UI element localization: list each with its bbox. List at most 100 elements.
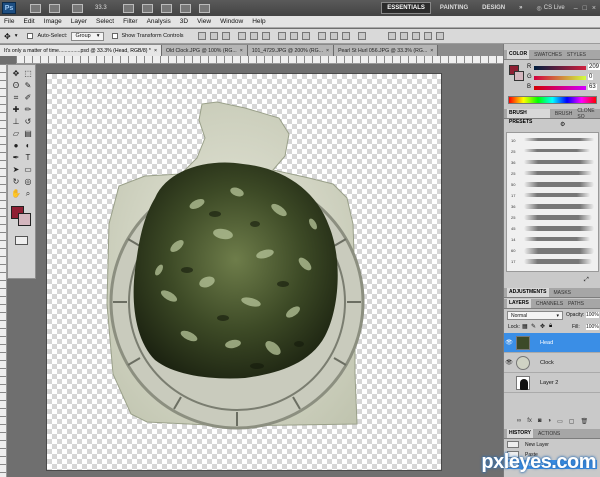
maximize-icon[interactable]: □ bbox=[583, 5, 587, 12]
doc-tab-pearl-st[interactable]: Pearl St Hurl 056.JPG @ 33.3% (RG... × bbox=[334, 45, 439, 56]
brush-panel-toggle-icon[interactable]: ⚙ bbox=[560, 121, 565, 128]
brush-tool-icon[interactable]: ✏ bbox=[23, 105, 33, 115]
menu-window[interactable]: Window bbox=[220, 18, 243, 25]
tab-styles[interactable]: STYLES bbox=[567, 52, 586, 58]
tab-actions[interactable]: ACTIONS bbox=[538, 431, 560, 437]
doc-tab-active[interactable]: It's only a matter of time..............… bbox=[0, 45, 162, 56]
3d-rotate-icon[interactable] bbox=[387, 32, 396, 40]
color-panel-bg-swatch[interactable] bbox=[514, 71, 524, 81]
shape-tool-icon[interactable]: ▭ bbox=[23, 165, 33, 175]
distribute-vcenter-icon[interactable] bbox=[289, 32, 298, 40]
rotate-view-icon[interactable] bbox=[160, 3, 172, 13]
tab-brush[interactable]: BRUSH bbox=[555, 111, 573, 117]
vertical-ruler[interactable] bbox=[0, 64, 7, 477]
close-tab-icon[interactable]: × bbox=[154, 48, 157, 54]
eraser-tool-icon[interactable]: ▱ bbox=[11, 129, 21, 139]
hand-tool-icon[interactable]: ✋ bbox=[11, 189, 21, 199]
align-vcenter-icon[interactable] bbox=[209, 32, 218, 40]
layer-row-layer-2[interactable]: Layer 2 bbox=[504, 373, 600, 393]
minimize-icon[interactable]: – bbox=[574, 5, 578, 12]
lock-position-icon[interactable]: ✥ bbox=[540, 323, 545, 330]
new-layer-icon[interactable]: ▢ bbox=[569, 418, 575, 427]
3d-drag-icon[interactable] bbox=[411, 32, 420, 40]
align-top-icon[interactable] bbox=[197, 32, 206, 40]
preset-dropdown-icon[interactable]: ▾ bbox=[15, 33, 18, 39]
fill-value[interactable]: 100% bbox=[586, 324, 599, 330]
visibility-eye-icon[interactable]: 👁︎ bbox=[504, 339, 514, 346]
blend-mode-dropdown[interactable]: Normal ▾ bbox=[507, 311, 563, 320]
zoom-level[interactable]: 33.3 bbox=[95, 5, 107, 11]
type-tool-icon[interactable]: T bbox=[23, 153, 33, 163]
auto-select-dropdown[interactable]: Group ▾ bbox=[71, 31, 104, 41]
align-hcenter-icon[interactable] bbox=[249, 32, 258, 40]
arrange-documents-icon[interactable] bbox=[179, 3, 191, 13]
marquee-tool-icon[interactable]: ⬚ bbox=[23, 69, 33, 79]
auto-select-checkbox[interactable] bbox=[27, 33, 34, 39]
adjustment-layer-icon[interactable]: ◑ bbox=[547, 418, 551, 427]
tab-swatches[interactable]: SWATCHES bbox=[534, 52, 562, 58]
move-tool-preset-icon[interactable]: ✥ bbox=[4, 32, 11, 41]
gradient-tool-icon[interactable]: ▤ bbox=[23, 129, 33, 139]
align-bottom-icon[interactable] bbox=[221, 32, 230, 40]
menu-help[interactable]: Help bbox=[252, 18, 265, 25]
3d-slide-icon[interactable] bbox=[423, 32, 432, 40]
b-slider[interactable] bbox=[534, 86, 586, 90]
background-color-swatch[interactable] bbox=[18, 213, 31, 226]
tab-layers[interactable]: LAYERS bbox=[507, 299, 531, 308]
tab-brush-presets[interactable]: BRUSH PRESETS bbox=[507, 109, 550, 125]
dodge-tool-icon[interactable]: ◐ bbox=[23, 141, 33, 151]
distribute-bottom-icon[interactable] bbox=[301, 32, 310, 40]
horizontal-ruler[interactable] bbox=[16, 56, 503, 64]
launch-mini-bridge-icon[interactable] bbox=[49, 3, 60, 13]
doc-tab-old-clock[interactable]: Old Clock.JPG @ 100% (RG... × bbox=[161, 45, 248, 56]
tab-color[interactable]: COLOR bbox=[507, 50, 530, 59]
healing-brush-tool-icon[interactable]: ✚ bbox=[11, 105, 21, 115]
visibility-eye-icon[interactable]: 👁︎ bbox=[504, 359, 514, 366]
g-value[interactable]: 0 bbox=[588, 74, 594, 80]
color-spectrum-bar[interactable] bbox=[508, 96, 597, 104]
cs-live-button[interactable]: ◎ CS Live bbox=[532, 2, 570, 14]
history-item[interactable]: New Layer bbox=[507, 440, 597, 449]
b-value[interactable]: 63 bbox=[588, 84, 597, 90]
delete-layer-icon[interactable]: 🗑︎ bbox=[580, 418, 588, 427]
menu-file[interactable]: File bbox=[4, 18, 14, 25]
launch-bridge-icon[interactable] bbox=[30, 3, 41, 13]
menu-3d[interactable]: 3D bbox=[180, 18, 188, 25]
brush-preset-list[interactable]: 10 25 36 25 50 17 36 25 45 14 60 17 bbox=[506, 132, 599, 272]
view-extras-icon[interactable] bbox=[72, 3, 83, 13]
zoom-tool-icon[interactable]: ⌕ bbox=[23, 189, 33, 199]
quick-select-tool-icon[interactable]: ✎ bbox=[23, 81, 33, 91]
menu-select[interactable]: Select bbox=[96, 18, 114, 25]
close-tab-icon[interactable]: × bbox=[240, 48, 243, 54]
close-tab-icon[interactable]: × bbox=[326, 48, 329, 54]
clone-stamp-tool-icon[interactable]: ⊥ bbox=[11, 117, 21, 127]
document-canvas[interactable] bbox=[46, 73, 442, 471]
close-tab-icon[interactable]: × bbox=[430, 48, 433, 54]
screen-mode-icon[interactable] bbox=[198, 3, 210, 13]
r-value[interactable]: 209 bbox=[588, 64, 600, 70]
eyedropper-tool-icon[interactable]: ✐ bbox=[23, 93, 33, 103]
lock-transparency-icon[interactable]: ▦ bbox=[522, 323, 528, 330]
blur-tool-icon[interactable]: ● bbox=[11, 141, 21, 151]
align-right-icon[interactable] bbox=[261, 32, 270, 40]
r-slider[interactable] bbox=[534, 66, 586, 70]
link-layers-icon[interactable]: ∞ bbox=[517, 418, 521, 427]
workspace-essentials[interactable]: ESSENTIALS bbox=[381, 2, 431, 14]
distribute-right-icon[interactable] bbox=[341, 32, 350, 40]
zoom-tool-icon[interactable] bbox=[141, 3, 153, 13]
history-brush-tool-icon[interactable]: ↺ bbox=[23, 117, 33, 127]
add-mask-icon[interactable]: ◙ bbox=[538, 418, 542, 427]
tab-history[interactable]: HISTORY bbox=[507, 429, 533, 438]
lock-all-icon[interactable]: 🔒︎ bbox=[549, 323, 552, 330]
menu-edit[interactable]: Edit bbox=[23, 18, 34, 25]
distribute-hcenter-icon[interactable] bbox=[329, 32, 338, 40]
opacity-value[interactable]: 100% bbox=[586, 312, 599, 318]
align-left-icon[interactable] bbox=[237, 32, 246, 40]
lock-pixels-icon[interactable]: ✎ bbox=[531, 323, 536, 330]
3d-roll-icon[interactable] bbox=[399, 32, 408, 40]
brush-panel-footer-icon[interactable]: ⤢ bbox=[584, 277, 589, 284]
tab-adjustments[interactable]: ADJUSTMENTS bbox=[507, 288, 549, 297]
layer-row-head[interactable]: 👁︎ Head bbox=[504, 333, 600, 353]
layer-style-icon[interactable]: fx bbox=[527, 418, 532, 427]
menu-view[interactable]: View bbox=[197, 18, 211, 25]
